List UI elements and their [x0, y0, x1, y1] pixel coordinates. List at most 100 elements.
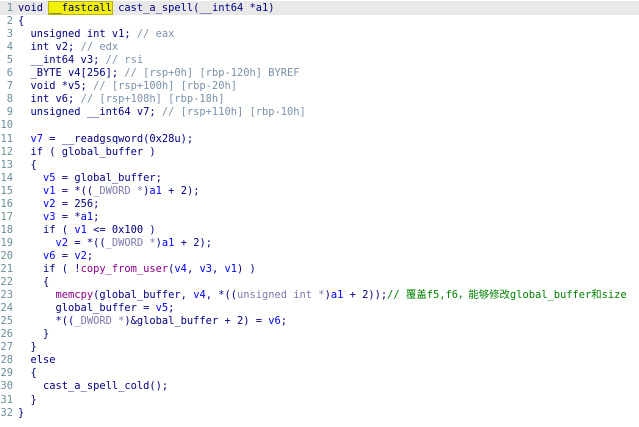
code-line-24[interactable]: 24 global_buffer = v5;	[0, 302, 174, 315]
code-token: ,	[211, 263, 225, 275]
code-line-8[interactable]: 8 int v6; // [rsp+108h] [rbp-18h]	[0, 93, 225, 106]
line-number: 28	[0, 354, 13, 367]
code-token: = *((	[55, 184, 94, 197]
variable-token[interactable]: a1	[331, 289, 344, 301]
calling-convention-keyword[interactable]: __fastcall	[48, 1, 113, 15]
code-text: v2 = *((_DWORD *)a1 + 2);	[13, 237, 212, 250]
line-number: 21	[0, 263, 13, 275]
code-line-17[interactable]: 17 v3 = *a1;	[0, 211, 99, 224]
code-line-10[interactable]: 10	[0, 119, 18, 132]
variable-token[interactable]: v7	[31, 133, 44, 145]
code-text: v6 = v2;	[13, 250, 93, 263]
line-number: 2	[6, 15, 13, 28]
variable-token[interactable]: v4	[174, 263, 187, 275]
code-line-32[interactable]: 32}	[0, 407, 24, 420]
code-line-18[interactable]: 18 if ( v1 <= 0x100 )	[0, 223, 156, 237]
variable-token[interactable]: v5	[156, 302, 169, 314]
code-token: _DWORD *	[105, 236, 156, 249]
code-line-7[interactable]: 7 void *v5; // [rsp+100h] [rbp-20h]	[0, 80, 237, 93]
variable-token[interactable]: v1	[224, 263, 237, 275]
code-line-5[interactable]: 5 __int64 v3; // rsi	[0, 54, 143, 67]
variable-token[interactable]: v1	[43, 185, 56, 197]
code-line-30[interactable]: 30 cast_a_spell_cold();	[0, 380, 168, 393]
code-text: {	[13, 367, 37, 380]
code-line-20[interactable]: 20 v6 = v2;	[0, 250, 93, 263]
code-text: if ( global_buffer )	[13, 146, 156, 159]
code-line-1[interactable]: 1 void __fastcall cast_a_spell(__int64 *a…	[0, 1, 275, 15]
line-number: 13	[0, 158, 13, 171]
pseudocode-view[interactable]: 1 void __fastcall cast_a_spell(__int64 *a…	[0, 0, 639, 427]
variable-token[interactable]: v5	[43, 172, 56, 184]
code-token: , *((	[205, 289, 237, 302]
function-call[interactable]: copy_from_user	[81, 263, 169, 275]
line-number: 24	[0, 302, 13, 315]
code-token: + 2);	[161, 184, 200, 197]
code-line-3[interactable]: 3 unsigned int v1; // eax	[0, 28, 175, 41]
variable-token[interactable]: v6	[43, 250, 56, 262]
variable-token[interactable]: v3	[43, 211, 56, 223]
variable-token[interactable]: v3	[199, 263, 212, 275]
code-token: int v6;	[18, 93, 81, 106]
line-number: 7	[6, 80, 13, 93]
variable-token[interactable]: v1	[74, 224, 87, 236]
variable-token[interactable]: a1	[162, 237, 175, 249]
code-text: int v2; // edx	[13, 41, 119, 54]
code-line-6[interactable]: 6 _BYTE v4[256]; // [rsp+0h] [rbp-120h] …	[0, 67, 300, 80]
code-line-25[interactable]: 25 *((_DWORD *)&global_buffer + 2) = v6;	[0, 315, 287, 328]
code-token: {	[18, 158, 37, 171]
code-line-2[interactable]: 2{	[0, 15, 25, 28]
code-token: __int64 *a1	[199, 2, 269, 14]
line-number: 6	[6, 67, 13, 80]
code-token: if ( global_buffer )	[18, 145, 156, 158]
code-token: void *v5;	[18, 80, 94, 93]
code-line-28[interactable]: 28 else	[0, 354, 56, 367]
code-line-12[interactable]: 12 if ( global_buffer )	[0, 146, 156, 159]
code-comment: // edx	[80, 41, 119, 54]
code-line-13[interactable]: 13 {	[0, 158, 37, 172]
code-token: _DWORD *	[74, 315, 125, 328]
code-text: int v6; // [rsp+108h] [rbp-18h]	[13, 93, 225, 106]
variable-token[interactable]: v2	[74, 250, 87, 262]
code-line-15[interactable]: 15 v1 = *((_DWORD *)a1 + 2);	[0, 185, 199, 198]
code-line-21[interactable]: 21 if ( !copy_from_user(v4, v3, v1) )	[0, 263, 255, 276]
code-token: unsigned __int64 v7;	[18, 106, 162, 119]
code-line-27[interactable]: 27 }	[0, 341, 36, 354]
code-token: }	[18, 406, 25, 419]
variable-token[interactable]: a1	[149, 185, 162, 197]
line-number: 30	[0, 380, 13, 393]
variable-token[interactable]: v6	[268, 315, 281, 327]
code-line-11[interactable]: 11 v7 = __readgsqword(0x28u);	[0, 133, 193, 146]
code-line-9[interactable]: 9 unsigned __int64 v7; // [rsp+110h] [rb…	[0, 106, 306, 119]
code-text: }	[13, 394, 37, 407]
variable-token[interactable]: v2	[56, 237, 69, 249]
code-line-19[interactable]: 19 v2 = *((_DWORD *)a1 + 2);	[0, 237, 212, 250]
variable-token[interactable]: v4	[193, 289, 206, 301]
code-token: = global_buffer;	[55, 171, 162, 184]
code-line-16[interactable]: 16 v2 = 256;	[0, 198, 99, 211]
line-number: 26	[0, 328, 13, 341]
code-line-31[interactable]: 31 }	[0, 394, 37, 407]
code-token: if (	[18, 223, 75, 236]
code-line-29[interactable]: 29 {	[0, 367, 37, 380]
code-line-22[interactable]: 22 {	[0, 276, 49, 289]
code-text: v5 = global_buffer;	[13, 172, 162, 185]
code-text: }	[13, 407, 24, 420]
code-text: _BYTE v4[256]; // [rsp+0h] [rbp-120h] BY…	[13, 67, 300, 80]
function-call[interactable]: memcpy	[56, 289, 94, 301]
code-text: else	[13, 354, 56, 367]
code-token: cast_a_spell_cold();	[18, 380, 169, 393]
code-token: *((	[18, 315, 75, 328]
line-number: 19	[0, 236, 13, 249]
code-line-4[interactable]: 4 int v2; // edx	[0, 41, 118, 54]
code-text: v7 = __readgsqword(0x28u);	[13, 133, 194, 146]
code-token: <= 0x100 )	[86, 223, 156, 236]
code-line-26[interactable]: 26 }	[0, 328, 49, 341]
variable-token[interactable]: a1	[81, 211, 94, 223]
code-line-23[interactable]: 23 memcpy(global_buffer, v4, *((unsigned…	[0, 289, 626, 302]
line-number: 9	[6, 106, 13, 119]
variable-token[interactable]: v2	[43, 198, 56, 210]
code-line-14[interactable]: 14 v5 = global_buffer;	[0, 172, 162, 185]
code-token: (global_buffer,	[93, 289, 194, 302]
